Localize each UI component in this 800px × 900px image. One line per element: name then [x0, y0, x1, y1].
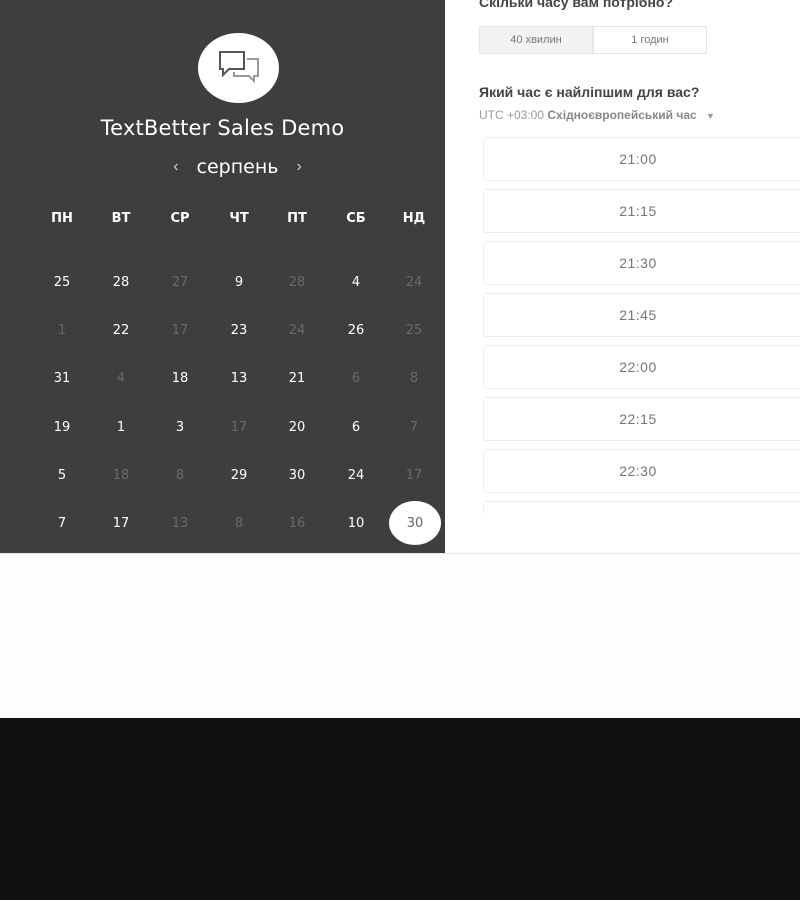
calendar-day[interactable]: 10 — [330, 501, 382, 545]
calendar-day[interactable]: 13 — [213, 356, 265, 400]
calendar-day: 7 — [409, 419, 419, 435]
time-slot[interactable] — [483, 501, 800, 513]
month-label: серпень — [196, 156, 279, 178]
calendar-day: 6 — [351, 370, 361, 386]
duration-question: Скільки часу вам потрібно? — [479, 0, 674, 10]
calendar-day: 1 — [57, 322, 67, 338]
calendar-day[interactable]: 26 — [330, 308, 382, 352]
calendar-day: 24 — [288, 322, 306, 338]
time-slot[interactable]: 22:00 — [483, 345, 800, 389]
logo — [198, 33, 279, 103]
chat-bubbles-icon — [216, 49, 262, 88]
weekday-label: СБ — [346, 211, 366, 226]
calendar-day: 28 — [288, 274, 306, 290]
calendar-day[interactable]: 7 — [36, 501, 88, 545]
calendar-day[interactable]: 24 — [330, 453, 382, 497]
time-slot[interactable]: 21:45 — [483, 293, 800, 337]
timezone-selector[interactable]: UTC +03:00 Східноєвропейський час ▼ — [479, 108, 715, 122]
calendar-day: 17 — [405, 467, 423, 483]
calendar-day: 8 — [234, 515, 244, 531]
time-slot-list[interactable]: 21:00 21:15 21:30 21:45 22:00 22:15 22:30 — [483, 137, 800, 513]
time-slot[interactable]: 22:15 — [483, 397, 800, 441]
section-divider — [0, 553, 800, 554]
calendar-day[interactable]: 31 — [36, 356, 88, 400]
duration-option-1h[interactable]: 1 годин — [593, 26, 707, 54]
calendar-day[interactable]: 25 — [36, 260, 88, 304]
weekday-label: ЧТ — [229, 211, 249, 226]
calendar-day[interactable]: 18 — [154, 356, 206, 400]
calendar-day[interactable]: 5 — [36, 453, 88, 497]
weekday-label: ПТ — [287, 211, 307, 226]
month-navigation: ‹ серпень › — [0, 156, 475, 178]
footer-band — [0, 718, 800, 900]
calendar-day[interactable]: 28 — [95, 260, 147, 304]
weekday-label: СР — [170, 211, 190, 226]
calendar-day[interactable]: 19 — [36, 405, 88, 449]
calendar-day[interactable]: 30 — [271, 453, 323, 497]
calendar-day[interactable]: 1 — [95, 405, 147, 449]
booking-page: TextBetter Sales Demo ‹ серпень › ПН ВТ СР… — [0, 0, 800, 900]
chevron-left-icon[interactable]: ‹ — [173, 158, 178, 176]
calendar-panel: TextBetter Sales Demo ‹ серпень › ПН ВТ СР… — [0, 0, 445, 553]
time-question: Який час є найліпшим для вас? — [479, 84, 700, 100]
calendar-day: 18 — [112, 467, 130, 483]
calendar-day[interactable]: 6 — [330, 405, 382, 449]
calendar-day: 13 — [171, 515, 189, 531]
calendar-day: 8 — [409, 370, 419, 386]
calendar-day: 16 — [288, 515, 306, 531]
calendar-day: 24 — [405, 274, 423, 290]
timezone-offset: UTC +03:00 — [479, 108, 545, 122]
time-slot[interactable]: 21:00 — [483, 137, 800, 181]
time-slot[interactable]: 21:15 — [483, 189, 800, 233]
calendar-day-selected[interactable]: 30 — [389, 501, 441, 545]
calendar-day[interactable]: 22 — [95, 308, 147, 352]
calendar-day[interactable]: 20 — [271, 405, 323, 449]
calendar-day[interactable]: 29 — [213, 453, 265, 497]
weekday-label: ПН — [51, 211, 73, 226]
calendar-day[interactable]: 21 — [271, 356, 323, 400]
calendar-day[interactable]: 23 — [213, 308, 265, 352]
calendar-day[interactable]: 17 — [95, 501, 147, 545]
time-slot[interactable]: 22:30 — [483, 449, 800, 493]
duration-selector: 40 хвилин 1 годин — [479, 26, 707, 54]
time-slot[interactable]: 21:30 — [483, 241, 800, 285]
caret-down-icon: ▼ — [706, 111, 715, 121]
page-title: TextBetter Sales Demo — [100, 116, 345, 140]
calendar-day: 27 — [171, 274, 189, 290]
calendar-day: 4 — [116, 370, 126, 386]
calendar-day: 25 — [405, 322, 423, 338]
calendar-day[interactable]: 4 — [330, 260, 382, 304]
booking-panel: Скільки часу вам потрібно? 40 хвилин 1 г… — [445, 0, 800, 553]
duration-option-40min[interactable]: 40 хвилин — [479, 26, 593, 54]
weekday-label: ВТ — [111, 211, 131, 226]
calendar-day: 17 — [230, 419, 248, 435]
calendar-day: 8 — [175, 467, 185, 483]
timezone-name: Східноєвропейський час — [547, 108, 697, 122]
weekday-label: НД — [402, 211, 426, 226]
chevron-right-icon[interactable]: › — [296, 158, 301, 176]
calendar-day[interactable]: 9 — [213, 260, 265, 304]
calendar-day: 17 — [171, 322, 189, 338]
calendar-day[interactable]: 3 — [154, 405, 206, 449]
